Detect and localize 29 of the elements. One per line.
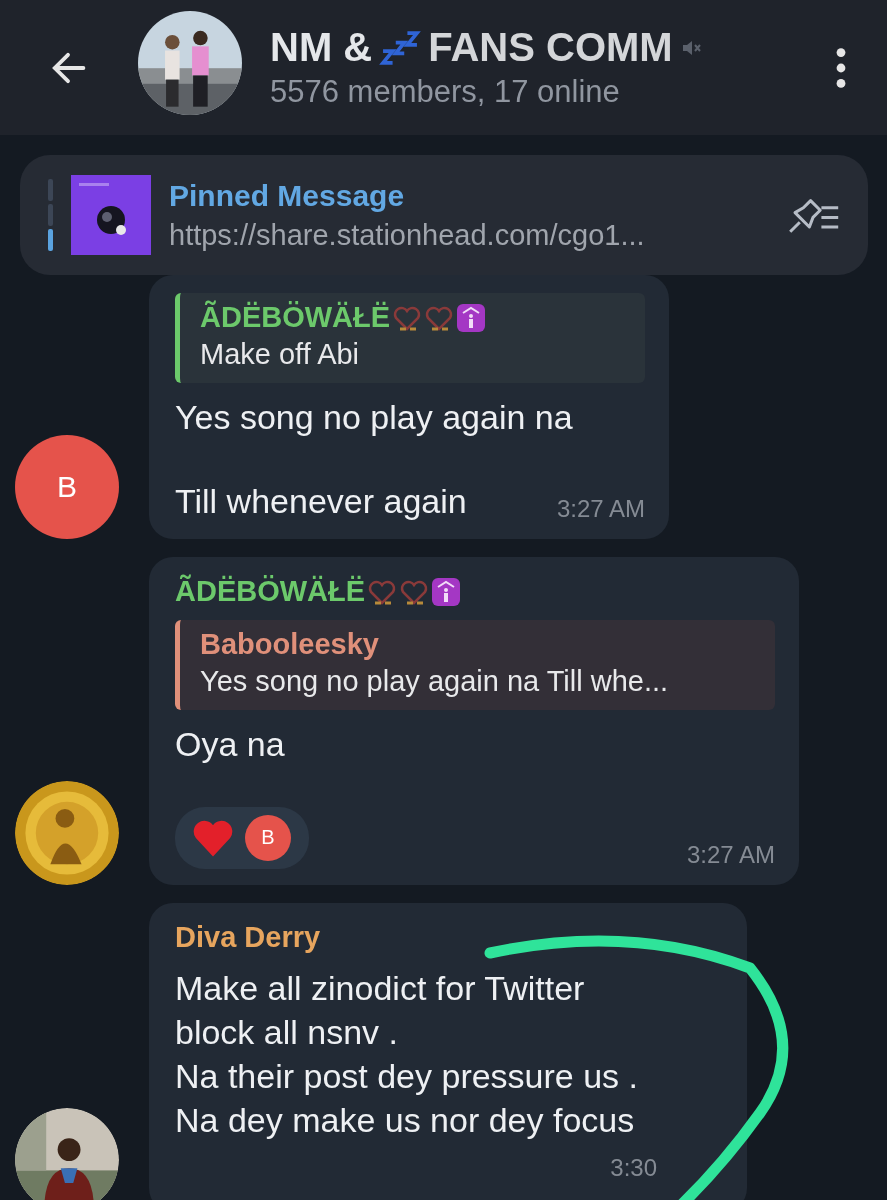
reply-sender: ÃDËBÖWÄŁË <box>200 301 391 334</box>
pinned-title: Pinned Message <box>169 178 406 213</box>
sleeping-z-icon <box>378 29 423 66</box>
message-time: 3:27 AM <box>556 495 645 524</box>
reply-quote[interactable]: Babooleesky Yes song no play again na Till whe... <box>175 620 775 711</box>
reply-quote[interactable]: ÃDËBÖWÄŁË Make off Abi <box>175 293 645 383</box>
sender-name[interactable]: ÃDËBÖWÄŁË <box>175 575 366 609</box>
info-badge-icon <box>431 576 462 607</box>
reactor-avatar: B <box>245 814 291 861</box>
chat-title: FANS COMM <box>428 25 673 70</box>
pinned-position-indicator <box>48 179 53 251</box>
member-count: 5576 members, 17 online <box>270 74 621 110</box>
reply-text: Yes song no play again na Till whe... <box>200 665 670 699</box>
message-text: Yes song no play again na <box>175 397 574 438</box>
chat-title: NM & <box>270 25 373 70</box>
avatar[interactable]: B <box>15 435 119 540</box>
pinned-message-bar[interactable]: Pinned Message https://share.stationhead.com/cgo1... <box>20 155 868 275</box>
reply-sender: Babooleesky <box>200 628 379 662</box>
reaction-chip[interactable]: B <box>175 806 309 869</box>
message-text: Till whenever again <box>175 481 467 523</box>
reply-text: Make off Abi <box>200 338 361 371</box>
message-time: 3:27 AM <box>686 840 775 869</box>
message-time: 3:30 <box>610 1154 657 1183</box>
more-options-icon[interactable] <box>835 45 847 90</box>
pinned-text: https://share.stationhead.com/cgo1... <box>169 218 646 252</box>
message-text: Make all zinodict for Twitter block all nsnv . Na their post dey pressure us . Na dey make us nor dey focus <box>175 967 639 1142</box>
sender-name[interactable]: Diva Derry <box>175 920 321 954</box>
info-badge-icon <box>456 302 487 333</box>
message-text: Oya na <box>175 724 286 766</box>
